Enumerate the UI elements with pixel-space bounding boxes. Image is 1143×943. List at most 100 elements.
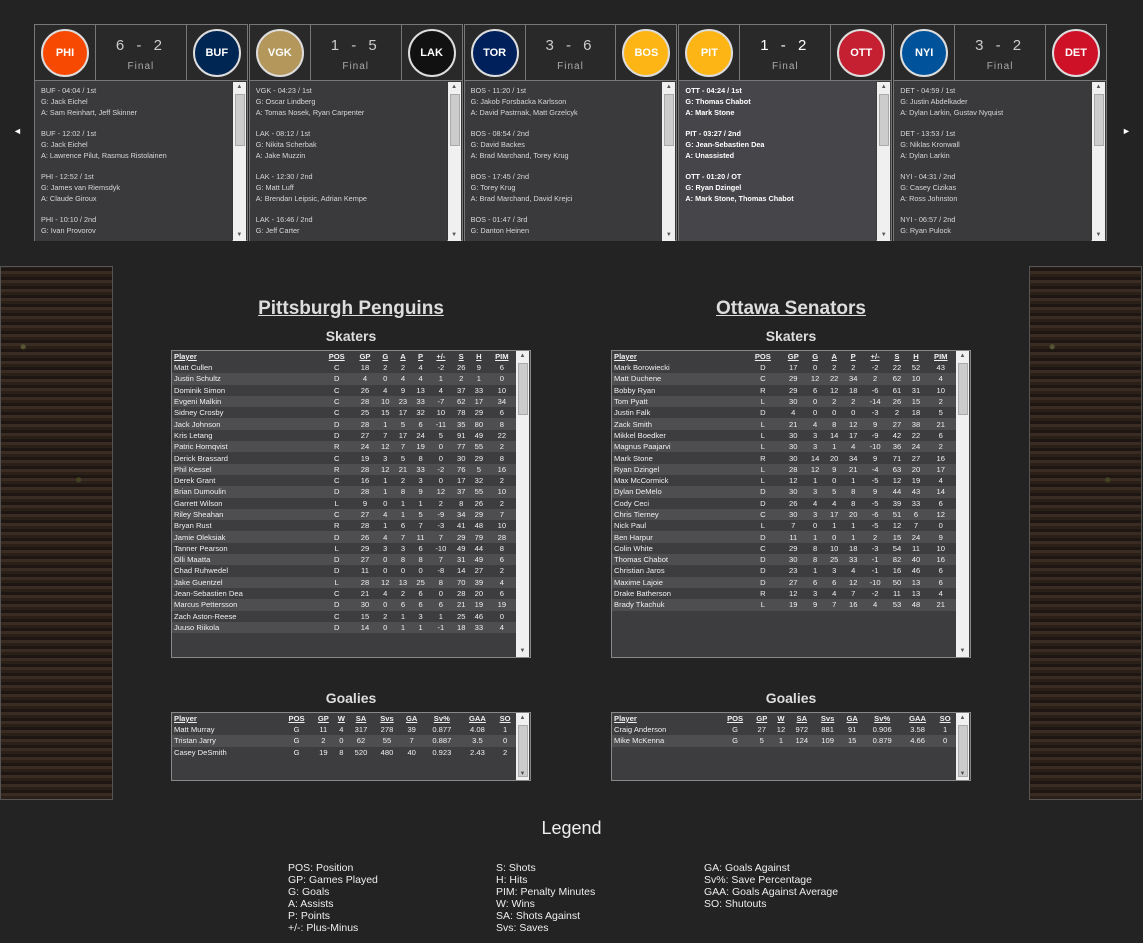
scrollbar[interactable]: ▲ ▼ [877, 82, 891, 241]
table-row[interactable]: Matt Duchene C 29 12 22 34 2 62 10 4 [612, 373, 956, 385]
column-header[interactable]: Player [172, 713, 281, 724]
scroll-down-arrow-icon[interactable]: ▼ [516, 769, 529, 780]
table-row[interactable]: Casey DeSmith G 19 8 520 480 40 0.923 2.43 2 [172, 747, 516, 758]
column-header[interactable]: GP [354, 351, 377, 362]
table-row[interactable]: Matt Murray G 11 4 317 278 39 0.877 4.08 1 [172, 724, 516, 735]
table-row[interactable]: Patric Hornqvist R 24 12 7 19 0 77 55 2 [172, 441, 516, 453]
scroll-up-arrow-icon[interactable]: ▲ [516, 713, 529, 724]
column-header[interactable]: +/- [429, 351, 452, 362]
scrollbar[interactable]: ▲ ▼ [232, 82, 246, 241]
table-row[interactable]: Zach Aston-Reese C 15 2 1 3 1 25 46 0 [172, 611, 516, 622]
scroll-thumb[interactable] [958, 363, 968, 415]
team-logo-ott[interactable]: OTT [830, 25, 891, 80]
scrollbar[interactable]: ▲ ▼ [447, 82, 461, 241]
table-row[interactable]: Dylan DeMelo D 30 3 5 8 9 44 43 14 [612, 486, 956, 498]
scroll-thumb[interactable] [234, 94, 245, 146]
team-logo-det[interactable]: DET [1044, 25, 1106, 80]
team-logo-buf[interactable]: BUF [185, 25, 247, 80]
column-header[interactable]: GP [312, 713, 334, 724]
column-header[interactable]: GP [781, 351, 806, 362]
game-card[interactable]: TOR 3 - 6 Final BOS BOS - 11:20 / 1st G: Jako… [463, 24, 678, 241]
scroll-down-arrow-icon[interactable]: ▼ [516, 646, 529, 657]
table-row[interactable]: Mikkel Boedker L 30 3 14 17 -9 42 22 6 [612, 430, 956, 441]
scroll-down-arrow-icon[interactable]: ▼ [233, 230, 246, 241]
table-row[interactable]: Evgeni Malkin C 28 10 23 33 -7 62 17 34 [172, 395, 516, 408]
scrollbar[interactable]: ▲ ▼ [1091, 82, 1105, 241]
column-header[interactable]: POS [281, 713, 313, 724]
table-row[interactable]: Bryan Rust R 28 1 6 7 -3 41 48 10 [172, 520, 516, 531]
column-header[interactable]: GP [751, 713, 773, 724]
column-header[interactable]: +/- [863, 351, 888, 362]
scrollbar[interactable]: ▲ ▼ [516, 713, 529, 780]
table-row[interactable]: Chad Ruhwedel D 11 0 0 0 -8 14 27 2 [172, 565, 516, 576]
scrollbar[interactable]: ▲ ▼ [956, 351, 969, 657]
column-header[interactable]: W [334, 713, 348, 724]
scroll-thumb[interactable] [664, 94, 675, 146]
scrollbar[interactable]: ▲ ▼ [956, 713, 969, 780]
column-header[interactable]: SO [494, 713, 516, 724]
table-row[interactable]: Zack Smith L 21 4 8 12 9 27 38 21 [612, 418, 956, 430]
scroll-up-arrow-icon[interactable]: ▲ [956, 713, 969, 724]
table-row[interactable]: Craig Anderson G 27 12 972 881 91 0.906 3.58 1 [612, 724, 956, 735]
table-row[interactable]: Christian Jaros D 23 1 3 4 -1 16 46 6 [612, 565, 956, 576]
column-header[interactable]: G [376, 351, 394, 362]
table-row[interactable]: Mike McKenna G 5 1 124 109 15 0.879 4.66 0 [612, 735, 956, 747]
column-header[interactable]: Player [612, 351, 745, 362]
game-card[interactable]: PHI 6 - 2 Final BUF BUF - 04:04 / 1st G: Jack… [34, 24, 248, 241]
table-row[interactable]: Colin White C 29 8 10 18 -3 54 11 10 [612, 543, 956, 554]
table-row[interactable]: Brian Dumoulin D 28 1 8 9 12 37 55 10 [172, 486, 516, 498]
scroll-down-arrow-icon[interactable]: ▼ [448, 230, 461, 241]
table-row[interactable]: Jake Guentzel L 28 12 13 25 8 70 39 4 [172, 576, 516, 588]
column-header[interactable]: SA [348, 713, 373, 724]
team-logo-phi[interactable]: PHI [35, 25, 96, 80]
column-header[interactable]: S [887, 351, 906, 362]
column-header[interactable]: Player [172, 351, 320, 362]
next-games-arrow[interactable]: ► [1122, 126, 1131, 136]
table-row[interactable]: Drake Batherson R 12 3 4 7 -2 11 13 4 [612, 588, 956, 599]
column-header[interactable]: Sv% [423, 713, 461, 724]
game-card[interactable]: NYI 3 - 2 Final DET DET - 04:59 / 1st G: Just… [893, 24, 1107, 241]
scroll-up-arrow-icon[interactable]: ▲ [516, 351, 529, 362]
column-header[interactable]: POS [320, 351, 354, 362]
table-row[interactable]: Thomas Chabot D 30 8 25 33 -1 82 40 16 [612, 554, 956, 566]
table-row[interactable]: Marcus Pettersson D 30 0 6 6 6 21 19 19 [172, 599, 516, 611]
scroll-up-arrow-icon[interactable]: ▲ [877, 82, 890, 93]
scroll-up-arrow-icon[interactable]: ▲ [662, 82, 675, 93]
team-logo-nyi[interactable]: NYI [894, 25, 956, 80]
column-header[interactable]: SA [789, 713, 814, 724]
table-row[interactable]: Phil Kessel R 28 12 21 33 -2 76 5 16 [172, 463, 516, 475]
scrollbar[interactable]: ▲ ▼ [516, 351, 529, 657]
table-row[interactable]: Mark Stone R 30 14 20 34 9 71 27 16 [612, 452, 956, 463]
table-row[interactable]: Justin Schultz D 4 0 4 4 1 2 1 0 [172, 373, 516, 385]
table-row[interactable]: Ben Harpur D 11 1 0 1 2 15 24 9 [612, 531, 956, 543]
scroll-down-arrow-icon[interactable]: ▼ [956, 646, 969, 657]
column-header[interactable]: Svs [814, 713, 841, 724]
column-header[interactable]: H [470, 351, 488, 362]
game-card[interactable]: VGK 1 - 5 Final LAK VGK - 04:23 / 1st G: Osca… [248, 24, 463, 241]
column-header[interactable]: Svs [374, 713, 401, 724]
scroll-thumb[interactable] [449, 94, 460, 146]
table-row[interactable]: Olli Maatta D 27 0 8 8 7 31 49 6 [172, 554, 516, 566]
table-row[interactable]: Nick Paul L 7 0 1 1 -5 12 7 0 [612, 520, 956, 531]
team-name[interactable]: Pittsburgh Penguins [170, 298, 532, 320]
table-row[interactable]: Riley Sheahan C 27 4 1 5 -9 34 29 7 [172, 508, 516, 521]
column-header[interactable]: H [906, 351, 925, 362]
table-row[interactable]: Jack Johnson D 28 1 5 6 -11 35 80 8 [172, 418, 516, 430]
table-row[interactable]: Chris Tierney C 30 3 17 20 -6 51 6 12 [612, 508, 956, 521]
scrollbar[interactable]: ▲ ▼ [662, 82, 676, 241]
table-row[interactable]: Jean-Sebastien Dea C 21 4 2 6 0 28 20 6 [172, 588, 516, 599]
scroll-up-arrow-icon[interactable]: ▲ [1092, 82, 1105, 93]
column-header[interactable]: SO [934, 713, 956, 724]
table-row[interactable]: Jamie Oleksiak D 26 4 7 11 7 29 79 28 [172, 531, 516, 543]
table-row[interactable]: Mark Borowiecki D 17 0 2 2 -2 22 52 43 [612, 362, 956, 373]
column-header[interactable]: POS [719, 713, 751, 724]
table-row[interactable]: Dominik Simon C 26 4 9 13 4 37 33 10 [172, 385, 516, 396]
column-header[interactable]: GAA [901, 713, 934, 724]
scroll-up-arrow-icon[interactable]: ▲ [448, 82, 461, 93]
table-row[interactable]: Bobby Ryan R 29 6 12 18 -6 61 31 10 [612, 385, 956, 396]
scroll-thumb[interactable] [1093, 94, 1104, 146]
table-row[interactable]: Matt Cullen C 18 2 2 4 -2 26 9 6 [172, 362, 516, 373]
team-logo-bos[interactable]: BOS [615, 25, 676, 80]
table-row[interactable]: Max McCormick L 12 1 0 1 -5 12 19 4 [612, 475, 956, 486]
scroll-down-arrow-icon[interactable]: ▼ [877, 230, 890, 241]
